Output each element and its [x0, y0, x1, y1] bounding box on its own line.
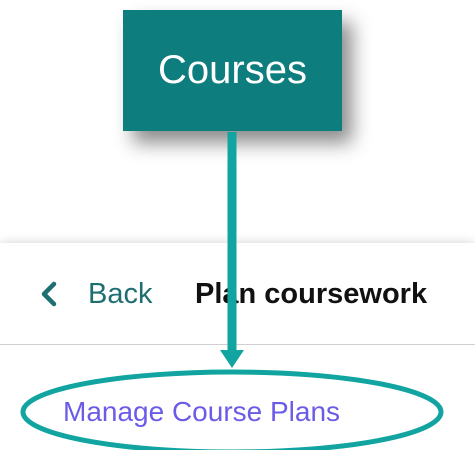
panel-header: Back Plan coursework	[0, 243, 475, 345]
back-button[interactable]: Back	[40, 277, 152, 311]
page-title: Plan coursework	[195, 278, 428, 310]
courses-callout: Courses	[123, 10, 342, 131]
courses-label: Courses	[158, 48, 307, 92]
coursework-panel: Back Plan coursework Manage Course Plans	[0, 243, 475, 450]
back-label: Back	[88, 277, 153, 310]
chevron-left-icon	[41, 281, 57, 307]
manage-course-plans-link[interactable]: Manage Course Plans	[63, 396, 340, 428]
